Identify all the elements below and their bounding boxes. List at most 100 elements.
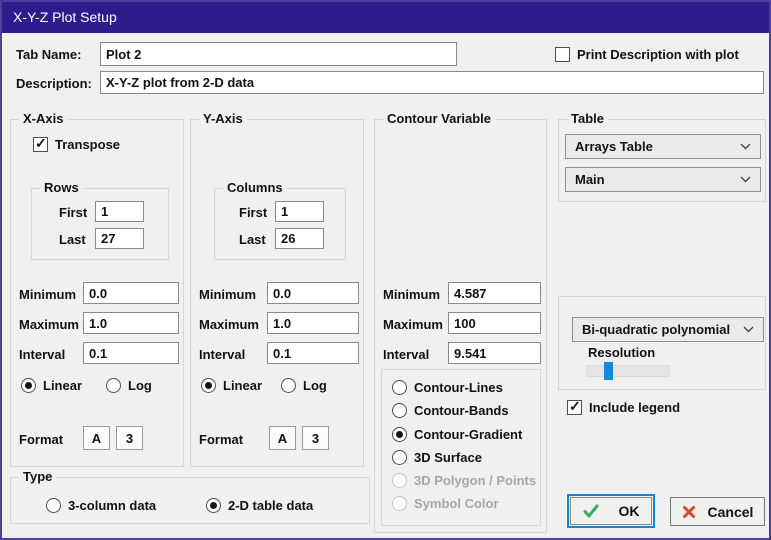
x-linear-radio-row[interactable]: Linear — [21, 378, 82, 393]
table-dropdown-value: Arrays Table — [575, 139, 653, 154]
y-format-digits-box[interactable]: 3 — [302, 426, 329, 450]
x-icon — [682, 505, 696, 519]
contour-lines-radio[interactable] — [392, 380, 407, 395]
x-log-radio[interactable] — [106, 378, 121, 393]
x-format-letter-box[interactable]: A — [83, 426, 110, 450]
contour-maximum-input[interactable] — [448, 312, 541, 334]
resolution-slider[interactable] — [586, 365, 670, 377]
tab-name-label: Tab Name: — [16, 47, 82, 62]
symbol-color-label: Symbol Color — [414, 496, 499, 511]
contour-minimum-label: Minimum — [383, 287, 440, 302]
y-format-label: Format — [199, 432, 243, 447]
contour-interval-input[interactable] — [448, 342, 541, 364]
3d-surface-radio-row[interactable]: 3D Surface — [392, 450, 482, 465]
columns-first-label: First — [239, 205, 267, 220]
y-minimum-input[interactable] — [267, 282, 359, 304]
contour-gradient-radio-row[interactable]: Contour-Gradient — [392, 427, 522, 442]
contour-bands-radio-row[interactable]: Contour-Bands — [392, 403, 509, 418]
x-log-radio-row[interactable]: Log — [106, 378, 152, 393]
y-linear-radio[interactable] — [201, 378, 216, 393]
contour-variable-group-title: Contour Variable — [383, 111, 495, 126]
x-interval-label: Interval — [19, 347, 65, 362]
3d-surface-label: 3D Surface — [414, 450, 482, 465]
columns-subgroup-title: Columns — [223, 180, 287, 195]
contour-minimum-input[interactable] — [448, 282, 541, 304]
3d-polygon-points-radio-row: 3D Polygon / Points — [392, 473, 536, 488]
window-title: X-Y-Z Plot Setup — [13, 9, 117, 25]
y-minimum-label: Minimum — [199, 287, 256, 302]
print-description-checkbox-row[interactable]: Print Description with plot — [555, 47, 739, 62]
xyz-plot-setup-dialog: X-Y-Z Plot Setup Tab Name: Print Descrip… — [0, 0, 771, 540]
y-log-radio-row[interactable]: Log — [281, 378, 327, 393]
three-column-data-label: 3-column data — [68, 498, 156, 513]
transpose-label: Transpose — [55, 137, 120, 152]
include-legend-label: Include legend — [589, 400, 680, 415]
rows-last-input[interactable] — [95, 228, 144, 249]
x-minimum-label: Minimum — [19, 287, 76, 302]
include-legend-checkbox-row[interactable]: Include legend — [567, 400, 680, 415]
2d-table-data-label: 2-D table data — [228, 498, 313, 513]
y-axis-group-title: Y-Axis — [199, 111, 247, 126]
3d-polygon-points-radio — [392, 473, 407, 488]
chevron-down-icon — [740, 176, 751, 183]
description-input[interactable] — [100, 71, 764, 94]
interpolation-group: Bi-quadratic polynomial Resolution — [558, 296, 766, 390]
tab-name-input[interactable] — [100, 42, 457, 66]
transpose-checkbox[interactable] — [33, 137, 48, 152]
symbol-color-radio — [392, 496, 407, 511]
symbol-color-radio-row: Symbol Color — [392, 496, 499, 511]
x-format-label: Format — [19, 432, 63, 447]
columns-first-input[interactable] — [275, 201, 324, 222]
transpose-checkbox-row[interactable]: Transpose — [33, 137, 120, 152]
x-linear-radio[interactable] — [21, 378, 36, 393]
x-log-label: Log — [128, 378, 152, 393]
2d-table-data-radio-row[interactable]: 2-D table data — [206, 498, 313, 513]
chevron-down-icon — [743, 326, 754, 333]
ok-button[interactable]: OK — [567, 494, 655, 528]
cancel-button[interactable]: Cancel — [670, 497, 765, 526]
table-group-title: Table — [567, 111, 608, 126]
contour-gradient-radio[interactable] — [392, 427, 407, 442]
contour-bands-radio[interactable] — [392, 403, 407, 418]
contour-lines-radio-row[interactable]: Contour-Lines — [392, 380, 503, 395]
subtable-dropdown[interactable]: Main — [565, 167, 761, 192]
contour-maximum-label: Maximum — [383, 317, 443, 332]
2d-table-data-radio[interactable] — [206, 498, 221, 513]
resolution-slider-thumb[interactable] — [604, 362, 613, 380]
rows-subgroup: Rows First Last — [31, 188, 169, 260]
x-format-digits-box[interactable]: 3 — [116, 426, 143, 450]
3d-surface-radio[interactable] — [392, 450, 407, 465]
interpolation-method-dropdown[interactable]: Bi-quadratic polynomial — [572, 317, 764, 342]
table-dropdown[interactable]: Arrays Table — [565, 134, 761, 159]
cancel-button-label: Cancel — [708, 504, 754, 520]
y-format-letter-box[interactable]: A — [269, 426, 296, 450]
y-log-label: Log — [303, 378, 327, 393]
ok-button-label: OK — [619, 503, 640, 519]
subtable-dropdown-value: Main — [575, 172, 605, 187]
contour-variable-group: Contour Variable Minimum Maximum Interva… — [374, 119, 547, 533]
y-linear-radio-row[interactable]: Linear — [201, 378, 262, 393]
three-column-data-radio[interactable] — [46, 498, 61, 513]
columns-last-input[interactable] — [275, 228, 324, 249]
table-group: Table Arrays Table Main — [558, 119, 766, 202]
contour-gradient-label: Contour-Gradient — [414, 427, 522, 442]
columns-subgroup: Columns First Last — [214, 188, 346, 260]
y-maximum-input[interactable] — [267, 312, 359, 334]
print-description-checkbox[interactable] — [555, 47, 570, 62]
y-log-radio[interactable] — [281, 378, 296, 393]
contour-style-subgroup: Contour-Lines Contour-Bands Contour-Grad… — [381, 369, 541, 526]
contour-lines-label: Contour-Lines — [414, 380, 503, 395]
interpolation-method-value: Bi-quadratic polynomial — [582, 322, 730, 337]
rows-first-label: First — [59, 205, 87, 220]
x-interval-input[interactable] — [83, 342, 179, 364]
y-interval-input[interactable] — [267, 342, 359, 364]
include-legend-checkbox[interactable] — [567, 400, 582, 415]
three-column-data-radio-row[interactable]: 3-column data — [46, 498, 156, 513]
contour-bands-label: Contour-Bands — [414, 403, 509, 418]
3d-polygon-points-label: 3D Polygon / Points — [414, 473, 536, 488]
check-icon — [583, 504, 599, 518]
rows-first-input[interactable] — [95, 201, 144, 222]
x-minimum-input[interactable] — [83, 282, 179, 304]
x-maximum-input[interactable] — [83, 312, 179, 334]
x-maximum-label: Maximum — [19, 317, 79, 332]
